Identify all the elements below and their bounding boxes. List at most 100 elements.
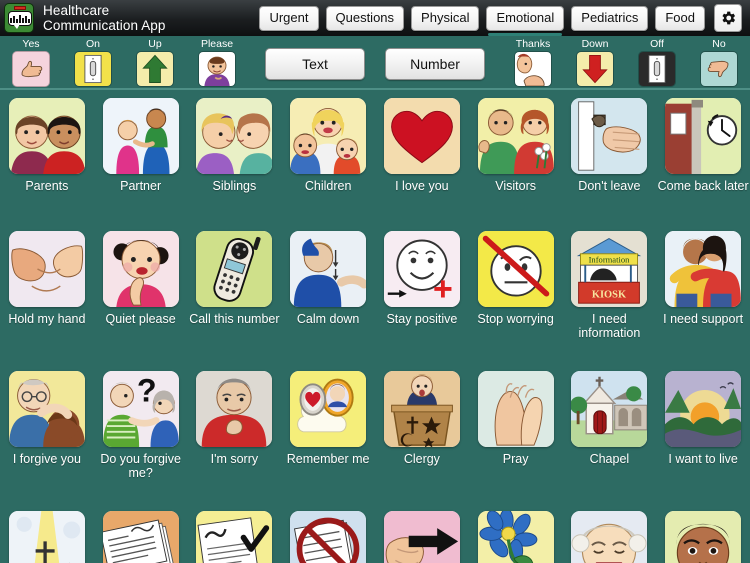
cell-come-back-later[interactable]: Come back later <box>656 90 750 223</box>
cell-label: I want to live <box>668 452 738 466</box>
cross-light-rays-icon <box>8 511 85 563</box>
quick-item-label: Off <box>650 38 664 50</box>
cell-partner[interactable]: Partner <box>94 90 188 223</box>
mother-with-children-icon <box>290 98 367 174</box>
cell-i-love-you[interactable]: I love you <box>375 90 469 223</box>
grid-row <box>0 503 750 563</box>
tab-pediatrics[interactable]: Pediatrics <box>571 5 649 31</box>
cell-label: Quiet please <box>105 312 176 326</box>
tab-urgent[interactable]: Urgent <box>259 5 319 31</box>
quick-item-label: Up <box>148 38 162 50</box>
cell-stay-positive[interactable]: Stay positive <box>375 223 469 363</box>
two-people-hugging-icon <box>665 231 742 307</box>
sunrise-landscape-icon <box>665 371 742 447</box>
cell-label: Clergy <box>403 452 440 466</box>
down-arrow-icon <box>576 51 614 87</box>
quick-access-bar: Yes On Up Please Text Number Thanks Down… <box>0 36 750 90</box>
cell-row4-4[interactable] <box>281 503 375 563</box>
quick-item-label: On <box>85 38 100 50</box>
cell-parents[interactable]: Parents <box>0 90 94 223</box>
cell-row4-3[interactable] <box>188 503 282 563</box>
tab-food[interactable]: Food <box>655 5 705 31</box>
cell-pray[interactable]: Pray <box>469 363 563 503</box>
quick-item-please[interactable]: Please <box>186 34 248 88</box>
cell-row4-2[interactable] <box>94 503 188 563</box>
thumbs-down-icon <box>700 51 738 87</box>
quick-item-down[interactable]: Down <box>564 34 626 88</box>
cell-visitors[interactable]: Visitors <box>469 90 563 223</box>
cell-im-sorry[interactable]: I'm sorry <box>188 363 282 503</box>
quick-item-label: Down <box>581 38 609 50</box>
cell-do-you-forgive-me[interactable]: ? Do you forgive me? <box>94 363 188 503</box>
door-with-clock-icon <box>665 98 742 174</box>
cell-hold-my-hand[interactable]: Hold my hand <box>0 223 94 363</box>
tab-emotional[interactable]: Emotional <box>486 5 565 36</box>
blue-flower-icon <box>477 511 554 563</box>
quick-item-yes[interactable]: Yes <box>0 34 62 88</box>
light-switch-off-icon <box>638 51 676 87</box>
cell-call-this-number[interactable]: Call this number <box>188 223 282 363</box>
grid-row: Parents Partner Siblings Children I love… <box>0 90 750 223</box>
cell-chapel[interactable]: Chapel <box>563 363 657 503</box>
cell-i-need-information[interactable]: Information KIOSK I need information <box>563 223 657 363</box>
visitors-with-flowers-icon <box>477 98 554 174</box>
cell-i-want-to-live[interactable]: I want to live <box>656 363 750 503</box>
cell-row4-7[interactable] <box>563 503 657 563</box>
document-crossed-out-icon <box>290 511 367 563</box>
cell-clergy[interactable]: Clergy <box>375 363 469 503</box>
cell-label: Remember me <box>286 452 370 466</box>
hand-on-door-icon <box>571 98 648 174</box>
quick-item-up[interactable]: Up <box>124 34 186 88</box>
cell-label: Parents <box>25 179 69 193</box>
cell-quiet-please[interactable]: Quiet please <box>94 223 188 363</box>
quick-item-off[interactable]: Off <box>626 34 688 88</box>
two-children-facing-icon <box>196 98 273 174</box>
cell-i-need-support[interactable]: I need support <box>656 223 750 363</box>
cell-label: Partner <box>120 179 162 193</box>
quick-item-no[interactable]: No <box>688 34 750 88</box>
cell-stop-worrying[interactable]: Stop worrying <box>469 223 563 363</box>
cell-label: Stay positive <box>386 312 458 326</box>
cell-label: I forgive you <box>12 452 81 466</box>
svg-text:KIOSK: KIOSK <box>592 290 627 301</box>
cell-i-forgive-you[interactable]: I forgive you <box>0 363 94 503</box>
stack-of-documents-icon <box>102 511 179 563</box>
cell-children[interactable]: Children <box>281 90 375 223</box>
person-hand-on-chest-icon <box>196 371 273 447</box>
please-sign-icon <box>198 51 236 87</box>
cell-label: Call this number <box>189 312 280 326</box>
child-face-icon <box>665 511 742 563</box>
quick-item-on[interactable]: On <box>62 34 124 88</box>
text-button[interactable]: Text <box>265 48 365 80</box>
top-bar: Healthcare Communication App Urgent Ques… <box>0 0 750 36</box>
two-hands-clasped-icon <box>8 231 85 307</box>
smiley-face-plus-icon <box>383 231 460 307</box>
thank-you-sign-icon <box>514 51 552 87</box>
tab-questions[interactable]: Questions <box>325 5 405 31</box>
cell-row4-5[interactable] <box>375 503 469 563</box>
man-comforting-person-icon <box>8 371 85 447</box>
cell-dont-leave[interactable]: Don't leave <box>563 90 657 223</box>
cell-siblings[interactable]: Siblings <box>188 90 282 223</box>
cell-label: Children <box>304 179 352 193</box>
up-arrow-icon <box>136 51 174 87</box>
cell-label: I need information <box>578 312 641 340</box>
cell-calm-down[interactable]: Calm down <box>281 223 375 363</box>
cell-remember-me[interactable]: Remember me <box>281 363 375 503</box>
symbol-grid: Parents Partner Siblings Children I love… <box>0 90 750 563</box>
number-button[interactable]: Number <box>385 48 485 80</box>
cell-row4-8[interactable] <box>656 503 750 563</box>
quick-item-thanks[interactable]: Thanks <box>502 34 564 88</box>
cell-label: Chapel <box>589 452 630 466</box>
cell-row4-6[interactable] <box>469 503 563 563</box>
tab-physical[interactable]: Physical <box>411 5 480 31</box>
cell-label: Hold my hand <box>8 312 86 326</box>
tab-bar: Urgent Questions Physical Emotional Pedi… <box>259 4 746 36</box>
couple-holding-hands-icon <box>102 98 179 174</box>
cell-label: Pray <box>502 452 529 466</box>
cell-label: I need support <box>663 312 744 326</box>
settings-button[interactable] <box>714 4 742 32</box>
cell-label: Come back later <box>657 179 749 193</box>
pointing-hand-arrow-icon <box>383 511 460 563</box>
cell-row4-1[interactable] <box>0 503 94 563</box>
